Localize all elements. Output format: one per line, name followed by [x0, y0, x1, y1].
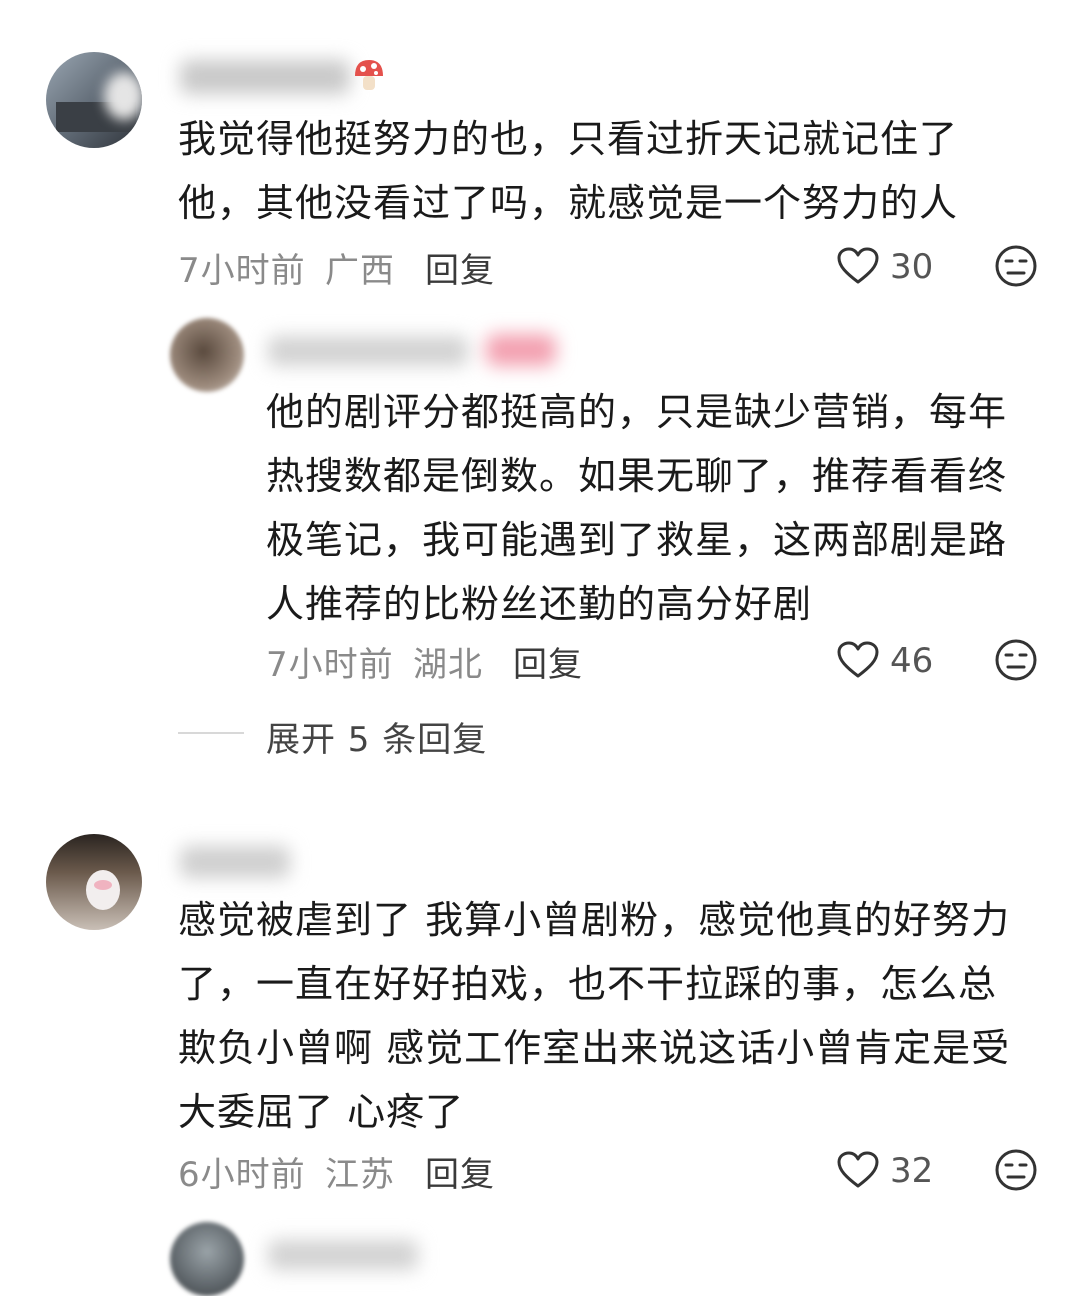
like-count: 32 — [890, 1151, 934, 1191]
comment-time: 7小时前 — [178, 251, 306, 291]
meh-face-icon[interactable] — [994, 1148, 1038, 1192]
reply-avatar[interactable] — [170, 1222, 244, 1296]
comment-text: 感觉被虐到了 我算小曾剧粉，感觉他真的好努力了，一直在好好拍戏，也不干拉踩的事，… — [178, 898, 1011, 1134]
heart-outline-icon[interactable] — [836, 640, 880, 680]
reply-time: 7小时前 — [266, 645, 394, 685]
heart-outline-icon[interactable] — [836, 246, 880, 286]
avatar[interactable] — [46, 52, 142, 148]
badge-icon — [352, 56, 386, 96]
expand-replies-button[interactable]: 展开 5 条回复 — [266, 712, 487, 761]
reply-button[interactable]: 回复 — [425, 243, 495, 292]
reply-location: 湖北 — [413, 645, 483, 685]
avatar[interactable] — [46, 834, 142, 930]
comment-text: 我觉得他挺努力的也，只看过折天记就记住了他，其他没看过了吗，就感觉是一个努力的人 — [178, 117, 959, 225]
expand-divider — [178, 732, 244, 734]
reply-like-count: 46 — [890, 641, 934, 681]
comment-location: 江苏 — [325, 1155, 395, 1195]
reply-text: 他的剧评分都挺高的，只是缺少营销，每年热搜数都是倒数。如果无聊了，推荐看看终极笔… — [266, 390, 1008, 626]
reply-author-badge — [486, 334, 556, 366]
like-count: 30 — [890, 247, 934, 287]
meh-face-icon[interactable] — [994, 244, 1038, 288]
username-blurred[interactable] — [180, 846, 290, 878]
meh-face-icon[interactable] — [994, 638, 1038, 682]
heart-outline-icon[interactable] — [836, 1150, 880, 1190]
reply-username-blurred[interactable] — [268, 336, 468, 366]
reply-avatar[interactable] — [170, 318, 244, 392]
reply-username-blurred[interactable] — [268, 1240, 418, 1270]
reply-reply-button[interactable]: 回复 — [513, 637, 583, 686]
username-blurred[interactable] — [180, 60, 350, 94]
comment-location: 广西 — [325, 251, 395, 291]
reply-button[interactable]: 回复 — [425, 1147, 495, 1196]
comment-time: 6小时前 — [178, 1155, 306, 1195]
